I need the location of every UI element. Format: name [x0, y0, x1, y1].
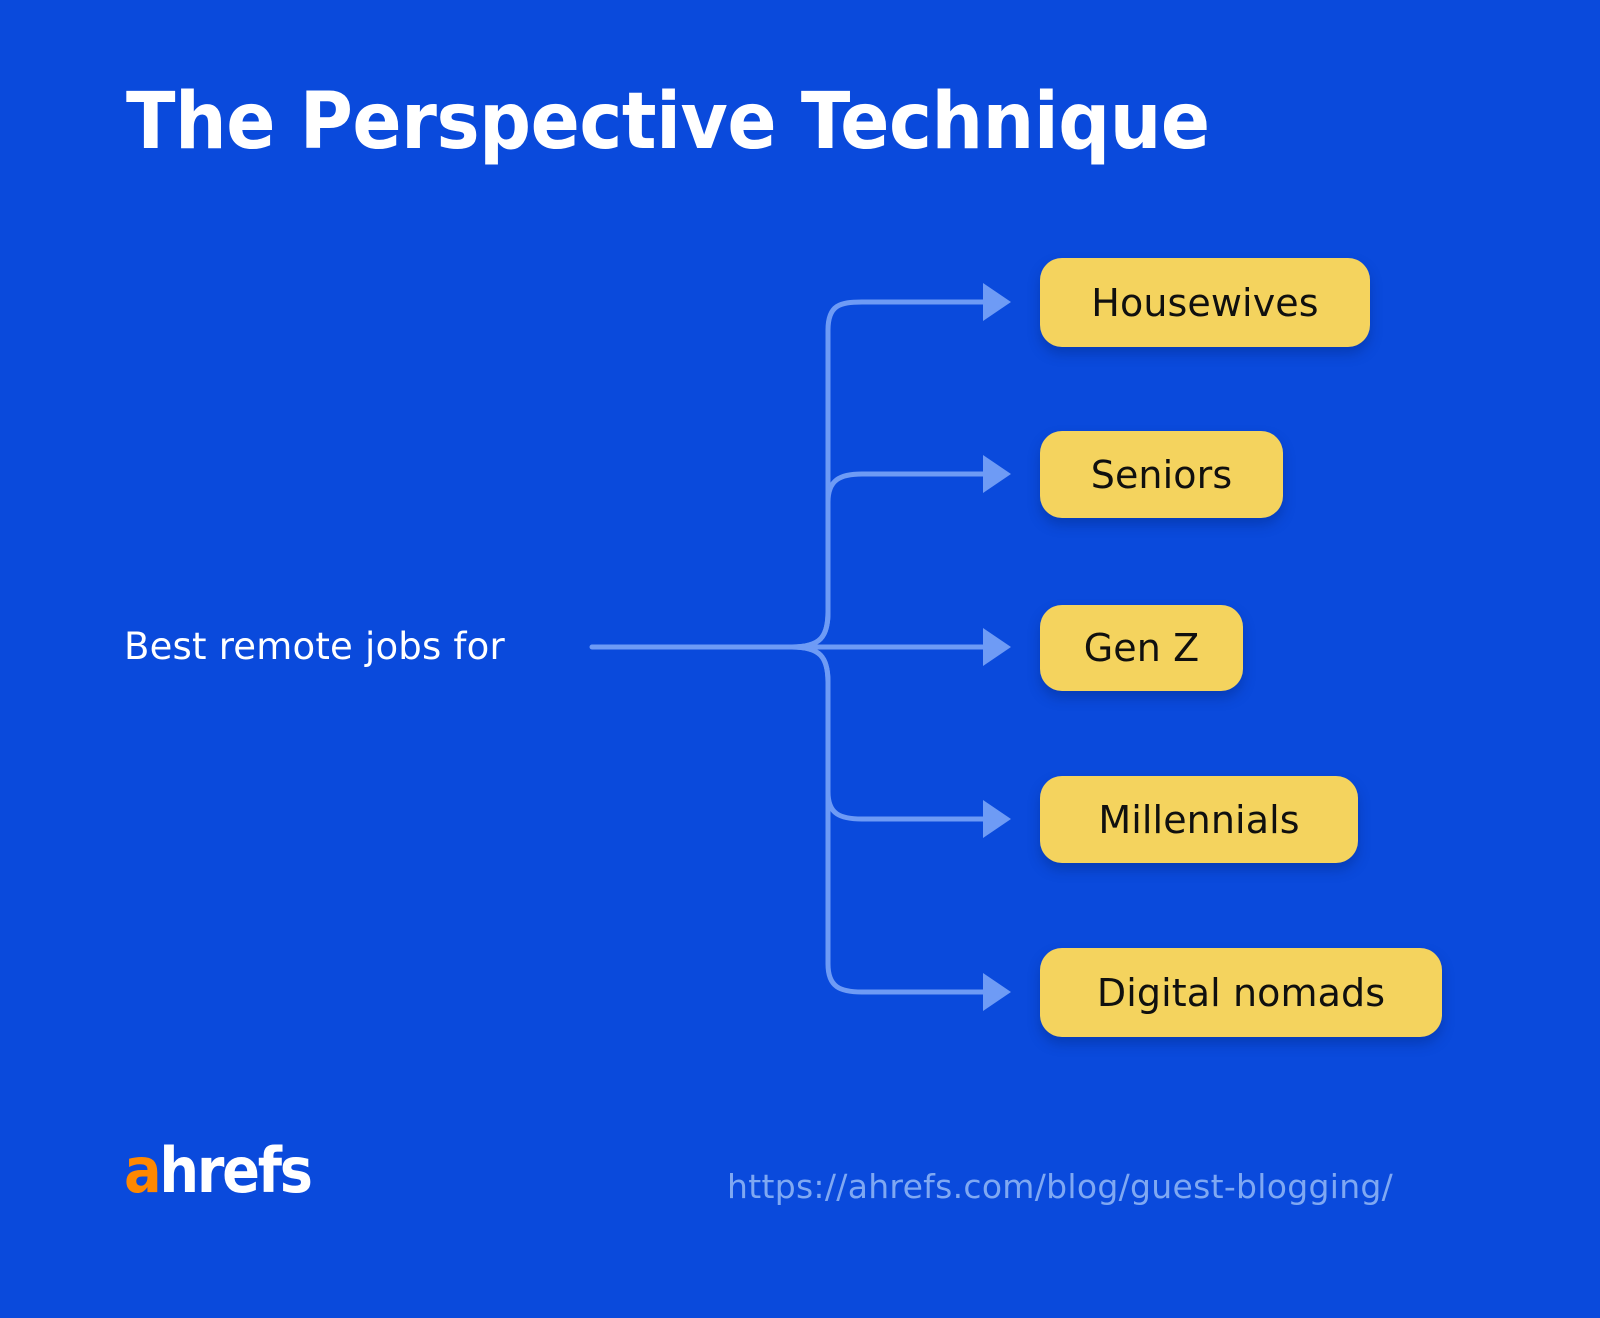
- ahrefs-logo: ahrefs: [124, 1134, 313, 1207]
- infographic-canvas: The Perspective Technique Best remote jo…: [0, 0, 1600, 1318]
- connector-to-seniors: [789, 471, 989, 650]
- branch-node-label: Gen Z: [1083, 626, 1200, 670]
- logo-wordmark: hrefs: [159, 1134, 313, 1207]
- branch-node-label: Millennials: [1098, 797, 1300, 842]
- branch-node-genz[interactable]: Gen Z: [1040, 605, 1243, 691]
- branch-node-digital-nomads[interactable]: Digital nomads: [1040, 948, 1442, 1037]
- logo-accent-letter: a: [124, 1134, 162, 1207]
- branch-node-label: Housewives: [1091, 280, 1319, 325]
- arrowhead-genz: [983, 628, 1011, 666]
- branch-node-millennials[interactable]: Millennials: [1040, 776, 1358, 863]
- branch-node-seniors[interactable]: Seniors: [1040, 431, 1283, 518]
- connector-to-millennials: [789, 644, 989, 822]
- branch-node-label: Seniors: [1090, 452, 1233, 497]
- page-title: The Perspective Technique: [126, 77, 1210, 167]
- arrowhead-millennials: [983, 800, 1011, 838]
- connector-to-digital-nomads: [789, 644, 989, 995]
- arrowhead-housewives: [983, 283, 1011, 321]
- arrowhead-seniors: [983, 455, 1011, 493]
- diagram-root-label: Best remote jobs for: [124, 625, 505, 668]
- arrowhead-digital-nomads: [983, 973, 1011, 1011]
- branch-node-label: Digital nomads: [1096, 970, 1386, 1015]
- branch-node-housewives[interactable]: Housewives: [1040, 258, 1370, 347]
- footer-source-url: https://ahrefs.com/blog/guest-blogging/: [727, 1167, 1394, 1206]
- connector-to-housewives: [789, 299, 989, 650]
